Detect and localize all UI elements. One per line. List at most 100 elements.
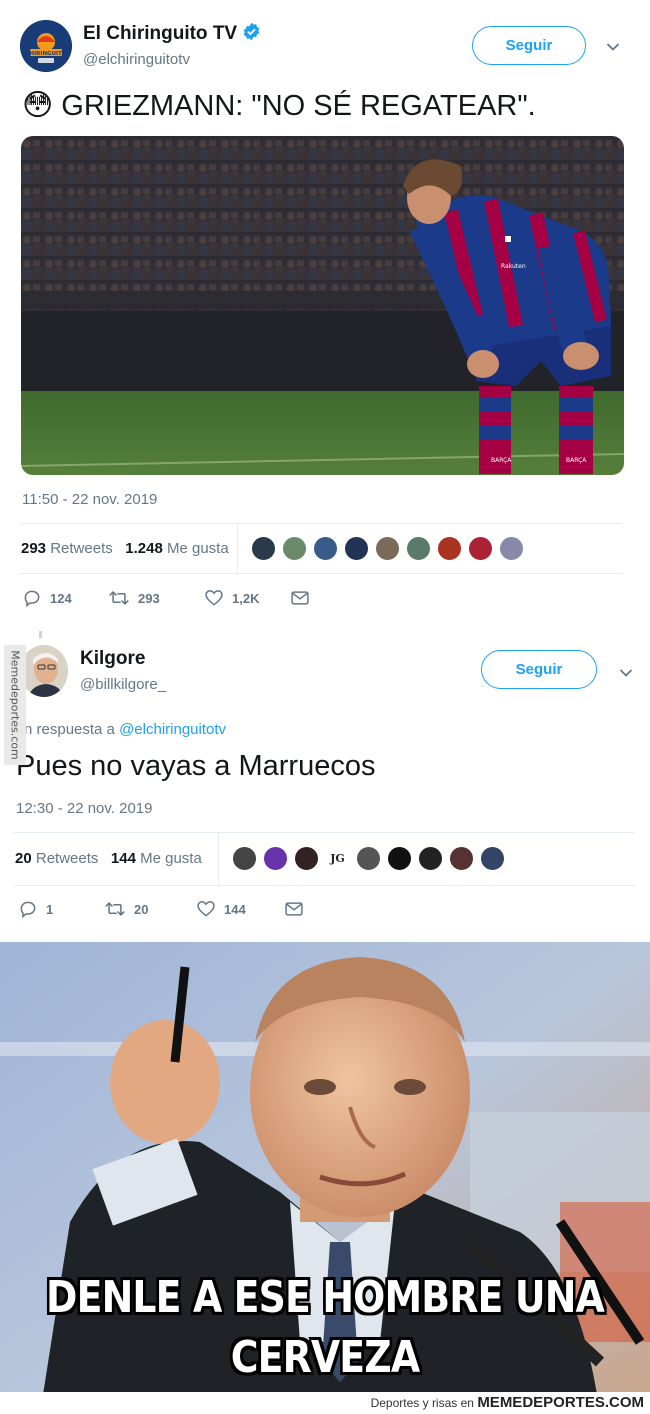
liker-avatar[interactable] [375, 536, 400, 561]
display-name[interactable]: El Chiringuito TV [83, 22, 261, 47]
likes-label: Me gusta [166, 540, 229, 557]
likes-count: 1.248 [125, 540, 163, 557]
liker-avatar[interactable] [406, 536, 431, 561]
user-handle[interactable]: @billkilgore_ [80, 676, 166, 693]
retweet-count: 20 [134, 901, 149, 917]
liker-avatar[interactable] [313, 536, 338, 561]
tweet-text: Pues no vayas a Marruecos [16, 750, 376, 782]
liker-avatar[interactable]: JG [325, 846, 350, 871]
liker-avatar[interactable] [437, 536, 462, 561]
tweet-card-1: CHIRINGUITO El Chiringuito TV @elchiring… [0, 0, 650, 625]
chiringuito-logo-text: CHIRINGUITO [25, 51, 66, 57]
reply-prefix: n respuesta a [24, 721, 115, 738]
liker-avatar[interactable] [468, 536, 493, 561]
mail-icon [285, 902, 303, 916]
liker-avatar[interactable] [356, 846, 381, 871]
divider [14, 885, 635, 886]
side-watermark: Memedeportes.com [4, 645, 26, 765]
tweet-actions: 124 293 1,2K [22, 588, 310, 608]
sock-text-left: BARÇA [491, 457, 512, 464]
message-action[interactable] [284, 900, 304, 918]
likes-label: Me gusta [140, 850, 202, 867]
display-name-text[interactable]: Kilgore [80, 648, 145, 669]
side-watermark-text: Memedeportes.com [8, 650, 22, 760]
liker-avatar[interactable] [344, 536, 369, 561]
follow-button[interactable]: Seguir [481, 650, 597, 689]
liker-avatar[interactable] [387, 846, 412, 871]
retweet-action[interactable]: 20 [104, 899, 196, 919]
meme-caption-line-2: CERVEZA [230, 1332, 420, 1383]
liker-avatar[interactable] [480, 846, 505, 871]
likers-avatars [251, 536, 524, 561]
retweets-label: Retweets [50, 540, 113, 557]
footer-small-text: Deportes y risas en [370, 1396, 474, 1410]
tweet-timestamp[interactable]: 11:50 - 22 nov. 2019 [22, 491, 157, 508]
heart-icon [197, 901, 215, 917]
tweet-photo[interactable]: Rakuten BARÇA BARÇA [21, 136, 624, 475]
user-handle[interactable]: @elchiringuitotv [83, 51, 190, 68]
like-count: 144 [224, 901, 246, 917]
tweet-timestamp[interactable]: 12:30 - 22 nov. 2019 [16, 800, 153, 817]
liker-avatar[interactable] [251, 536, 276, 561]
likes-stat[interactable]: 144 Me gusta [111, 850, 202, 867]
griezmann-photo-illustration: Rakuten BARÇA BARÇA [21, 136, 624, 475]
chiringuito-logo-icon: CHIRINGUITO [20, 20, 72, 72]
reply-icon [20, 901, 36, 919]
liker-avatar[interactable] [418, 846, 443, 871]
retweets-stat[interactable]: 293 Retweets [21, 540, 113, 557]
sock-text-right: BARÇA [566, 457, 587, 464]
meme-caption-line-1: DENLE A ESE HOMBRE UNA [46, 1272, 605, 1323]
display-name[interactable]: Kilgore [80, 648, 145, 670]
likes-stat[interactable]: 1.248 Me gusta [125, 540, 228, 557]
like-action[interactable]: 144 [196, 899, 284, 919]
stats-separator [237, 523, 238, 573]
flushed-face-emoji: 😳 [22, 89, 54, 122]
follow-button[interactable]: Seguir [472, 26, 586, 65]
shirt-sponsor-text: Rakuten [501, 263, 526, 270]
chevron-down-icon[interactable] [606, 39, 620, 57]
liker-avatar[interactable] [499, 536, 524, 561]
retweets-stat[interactable]: 20 Retweets [15, 850, 98, 867]
verified-badge-icon [242, 22, 261, 47]
reply-count: 124 [50, 590, 72, 606]
divider [20, 573, 622, 574]
reply-handle-link[interactable]: @elchiringuitotv [119, 721, 226, 738]
like-count: 1,2K [232, 590, 260, 606]
thread-line [39, 631, 42, 638]
display-name-text[interactable]: El Chiringuito TV [83, 23, 237, 44]
tweet-text: 😳 GRIEZMANN: "NO SÉ REGATEAR". [22, 88, 536, 123]
footer-watermark: Deportes y risas en MEMEDEPORTES.COM [0, 1392, 650, 1414]
liker-avatar[interactable] [449, 846, 474, 871]
tweet-actions: 1 20 144 [18, 899, 304, 919]
likers-avatars: JG [232, 846, 505, 871]
divider [14, 832, 635, 833]
liker-avatar[interactable] [294, 846, 319, 871]
mail-icon [291, 591, 309, 605]
likes-count: 144 [110, 850, 136, 867]
like-action[interactable]: 1,2K [204, 588, 290, 608]
retweet-icon [105, 901, 125, 917]
retweets-count: 20 [15, 850, 32, 867]
tweet-stats: 293 Retweets 1.248 Me gusta [21, 540, 229, 557]
avatar[interactable]: CHIRINGUITO [20, 20, 72, 72]
footer-brand[interactable]: MEMEDEPORTES.COM [477, 1394, 644, 1411]
message-action[interactable] [290, 589, 310, 607]
kilgore-avatar-illustration [20, 645, 68, 697]
reply-context: n respuesta a @elchiringuitotv [24, 721, 226, 738]
divider [20, 523, 622, 524]
reply-action[interactable]: 124 [22, 588, 108, 608]
retweet-action[interactable]: 293 [108, 588, 204, 608]
liker-avatar[interactable] [263, 846, 288, 871]
tweet-stats: 20 Retweets 144 Me gusta [15, 850, 202, 867]
reply-action[interactable]: 1 [18, 899, 104, 919]
retweets-label: Retweets [35, 850, 99, 867]
liker-avatar[interactable] [282, 536, 307, 561]
retweets-count: 293 [21, 540, 47, 557]
reply-icon [24, 590, 40, 608]
retweet-icon [109, 590, 129, 606]
retweet-count: 293 [138, 590, 160, 606]
avatar[interactable] [20, 645, 68, 697]
reply-count: 1 [46, 901, 54, 917]
chevron-down-icon[interactable] [619, 665, 633, 683]
liker-avatar[interactable] [232, 846, 257, 871]
